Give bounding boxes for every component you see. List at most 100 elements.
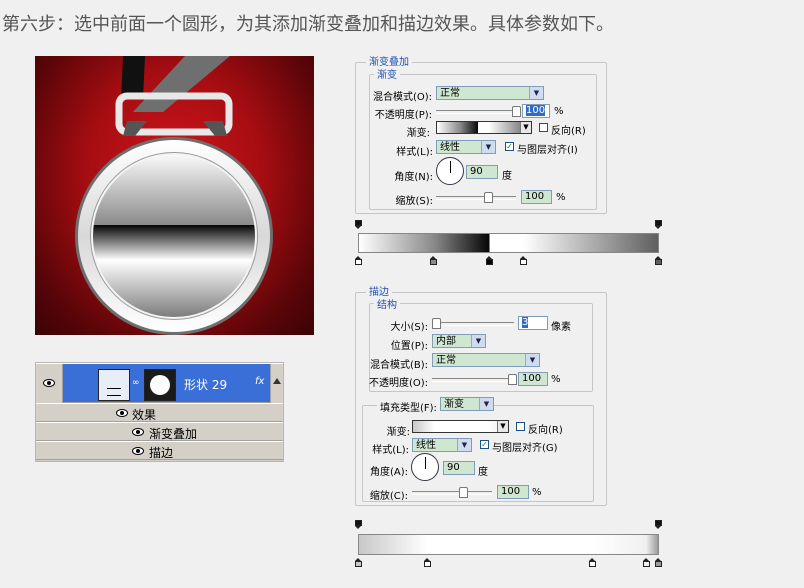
- stroke-blend-mode-select[interactable]: 正常 ▼: [432, 353, 540, 367]
- blend-mode-value: 正常: [440, 88, 460, 99]
- scale-input[interactable]: 100: [521, 190, 552, 204]
- size-label: 大小(S):: [390, 322, 428, 333]
- opacity-label: 不透明度(P):: [374, 110, 432, 121]
- size-slider-handle[interactable]: [432, 318, 441, 329]
- style-select[interactable]: 线性 ▼: [436, 140, 496, 154]
- opacity-stop-right[interactable]: [655, 520, 662, 529]
- chevron-down-icon: ▼: [479, 398, 493, 410]
- structure-title: 结构: [374, 296, 400, 311]
- color-stop-0[interactable]: [354, 256, 362, 265]
- color-stop-2[interactable]: [485, 256, 493, 265]
- color-stop-3[interactable]: [642, 558, 650, 567]
- vector-mask-thumbnail[interactable]: [98, 369, 130, 401]
- eye-icon[interactable]: [43, 379, 55, 387]
- medal-illustration: [75, 56, 273, 335]
- size-slider[interactable]: [432, 322, 514, 326]
- reverse-label: 反向(R): [551, 126, 586, 137]
- scrollbar[interactable]: [270, 364, 283, 404]
- blend-mode-select[interactable]: 正常 ▼: [436, 86, 544, 100]
- effects-label: 效果: [132, 408, 157, 422]
- chevron-down-icon: ▼: [471, 335, 485, 347]
- layer-name: 形状 29: [184, 378, 228, 392]
- stroke-blend-mode-value: 正常: [436, 355, 456, 366]
- stroke-opacity-unit: %: [551, 374, 561, 385]
- stroke-gradient-picker[interactable]: ▼: [412, 420, 509, 433]
- fx-icon[interactable]: fx: [255, 376, 264, 387]
- fill-type-label: 填充类型(F):: [377, 399, 440, 414]
- eye-icon[interactable]: [116, 409, 128, 417]
- angle-unit: 度: [502, 171, 512, 182]
- size-unit: 像素: [551, 322, 571, 333]
- circle-shape-icon: [150, 375, 170, 395]
- stroke-gradient-bar[interactable]: [358, 534, 659, 555]
- angle-label: 角度(N):: [394, 172, 433, 183]
- color-stop-4[interactable]: [654, 558, 662, 567]
- effects-row[interactable]: 效果: [36, 403, 283, 422]
- scale-unit: %: [556, 192, 566, 203]
- opacity-stop-left[interactable]: [355, 220, 362, 229]
- gradient-overlay-bar[interactable]: [358, 233, 659, 253]
- color-stop-0[interactable]: [354, 558, 362, 567]
- stroke-reverse-checkbox[interactable]: [516, 422, 525, 431]
- scale-slider-handle[interactable]: [484, 192, 493, 203]
- position-label: 位置(P):: [390, 341, 428, 352]
- scale-label: 缩放(S):: [395, 196, 433, 207]
- position-value: 内部: [436, 336, 456, 347]
- color-stop-1[interactable]: [423, 558, 431, 567]
- style-label: 样式(L):: [396, 147, 433, 158]
- color-stop-4[interactable]: [519, 256, 527, 265]
- blend-mode-label: 混合模式(O):: [372, 92, 432, 103]
- effect-row-gradient-overlay[interactable]: 渐变叠加: [36, 422, 283, 441]
- fill-type-select[interactable]: 渐变 ▼: [440, 397, 494, 411]
- color-stop-2[interactable]: [588, 558, 596, 567]
- scale-slider[interactable]: [436, 196, 516, 200]
- stroke-opacity-slider[interactable]: [432, 378, 514, 382]
- stroke-gradient-label: 渐变:: [386, 427, 410, 438]
- angle-input[interactable]: 90: [466, 165, 498, 179]
- color-stop-1[interactable]: [429, 256, 437, 265]
- scroll-up-icon[interactable]: [273, 378, 281, 384]
- size-input[interactable]: 3: [518, 316, 548, 330]
- stroke-reverse-label: 反向(R): [528, 425, 563, 436]
- angle-dial[interactable]: [436, 157, 464, 185]
- gradient-label: 渐变:: [406, 128, 430, 139]
- stroke-scale-input[interactable]: 100: [497, 485, 529, 499]
- chevron-down-icon: ▼: [529, 87, 543, 99]
- opacity-input[interactable]: 100: [522, 104, 550, 118]
- stroke-scale-slider[interactable]: [412, 491, 492, 495]
- stroke-angle-dial[interactable]: [411, 453, 439, 481]
- stroke-align-label: 与图层对齐(G): [492, 443, 558, 454]
- effect-label: 描边: [149, 446, 174, 460]
- eye-icon[interactable]: [132, 428, 144, 436]
- stroke-opacity-input[interactable]: 100: [518, 372, 548, 386]
- stroke-style-select[interactable]: 线性 ▼: [412, 438, 472, 452]
- chevron-down-icon[interactable]: ▼: [497, 421, 508, 432]
- position-select[interactable]: 内部 ▼: [432, 334, 486, 348]
- stroke-angle-label: 角度(A):: [369, 467, 408, 478]
- stroke-align-checkbox[interactable]: ✓: [480, 440, 489, 449]
- medal-preview: [35, 56, 314, 335]
- effect-row-stroke[interactable]: 描边: [36, 441, 283, 460]
- stroke-opacity-slider-handle[interactable]: [508, 374, 517, 385]
- color-stop-5[interactable]: [654, 256, 662, 265]
- opacity-unit: %: [554, 106, 564, 117]
- layer-row-shape[interactable]: ∞ 形状 29 fx: [36, 363, 283, 404]
- eye-icon[interactable]: [132, 447, 144, 455]
- gradient-picker[interactable]: ▼: [436, 121, 532, 134]
- chevron-down-icon[interactable]: ▼: [520, 122, 531, 133]
- link-icon[interactable]: ∞: [132, 378, 140, 388]
- opacity-slider[interactable]: [436, 110, 518, 114]
- thumbnail-mark-icon: [107, 388, 121, 396]
- gradient-section-title: 渐变: [374, 66, 400, 81]
- opacity-slider-handle[interactable]: [512, 106, 521, 117]
- align-checkbox[interactable]: ✓: [505, 142, 514, 151]
- stroke-angle-input[interactable]: 90: [443, 461, 475, 475]
- layer-thumbnail[interactable]: [144, 369, 176, 401]
- style-value: 线性: [440, 142, 460, 153]
- opacity-stop-right[interactable]: [655, 220, 662, 229]
- stroke-angle-unit: 度: [478, 467, 488, 478]
- stroke-scale-slider-handle[interactable]: [459, 487, 468, 498]
- reverse-checkbox[interactable]: [539, 123, 548, 132]
- opacity-stop-left[interactable]: [355, 520, 362, 529]
- effect-label: 渐变叠加: [149, 427, 198, 441]
